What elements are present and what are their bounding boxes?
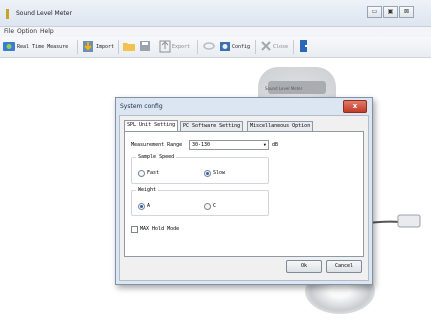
tab-miscellaneous-option[interactable]: Miscellaneous Option (247, 121, 314, 131)
weight-c-radio[interactable] (204, 203, 211, 210)
menu-option[interactable]: Option (17, 28, 37, 35)
import-icon[interactable] (81, 39, 95, 53)
tab-pc-software-setting[interactable]: PC Software Setting (180, 121, 244, 131)
maximize-button[interactable]: ▣ (383, 6, 398, 18)
close-x-icon[interactable] (259, 39, 273, 53)
toolbar-separator (77, 40, 78, 54)
weight-c-label[interactable]: C (213, 203, 216, 209)
link-icon[interactable] (202, 39, 216, 53)
max-hold-checkbox[interactable] (131, 226, 138, 233)
toolbar-separator (197, 40, 198, 54)
toolbar: Real Time Measure Import Export Config C… (0, 37, 431, 58)
cancel-button[interactable]: Cancel (326, 260, 362, 273)
dialog-body: SPL Unit Setting PC Software Setting Mis… (119, 115, 369, 281)
open-folder-icon[interactable] (122, 39, 136, 53)
measurement-range-value: 30-130 (192, 142, 211, 148)
app-icon (6, 9, 9, 19)
weight-a-radio[interactable] (138, 203, 145, 210)
toolbar-separator (118, 40, 119, 54)
fast-radio[interactable] (138, 170, 145, 177)
menu-bar: File Option Help (0, 27, 431, 37)
toolbar-separator (255, 40, 256, 54)
config-button[interactable]: Config (232, 44, 250, 50)
save-icon[interactable] (138, 39, 152, 53)
sample-speed-title: Sample Speed (136, 154, 177, 160)
fast-radio-label[interactable]: Fast (147, 170, 159, 176)
sample-speed-group: Sample Speed Fast Slow (131, 154, 269, 184)
measurement-range-select[interactable]: 30-130 ▼ (189, 140, 269, 150)
system-config-dialog: System config x SPL Unit Setting PC Soft… (115, 97, 373, 285)
ok-button[interactable]: Ok (286, 260, 322, 273)
tab-panel: Measurement Range 30-130 ▼ dB Sample Spe… (124, 131, 364, 257)
window-title: Sound Level Meter (16, 10, 72, 17)
measurement-range-label: Measurement Range (131, 142, 183, 148)
weight-group: Weight A C (131, 187, 269, 216)
export-button[interactable]: Export (172, 44, 190, 50)
export-icon[interactable] (158, 39, 172, 53)
weight-a-label[interactable]: A (147, 203, 150, 209)
real-time-measure-button[interactable]: Real Time Measure (17, 44, 68, 50)
device-logo: Sound Level Meter (265, 86, 303, 91)
menu-help[interactable]: Help (40, 28, 54, 35)
slow-radio[interactable] (204, 170, 211, 177)
import-button[interactable]: Import (96, 44, 114, 50)
toolbar-separator (293, 40, 294, 54)
slow-radio-label[interactable]: Slow (213, 170, 225, 176)
dialog-title: System config (120, 103, 163, 110)
minimize-button[interactable]: ▭ (367, 6, 382, 18)
config-icon[interactable] (218, 39, 232, 53)
exit-door-icon[interactable] (297, 39, 311, 53)
weight-title: Weight (136, 187, 159, 193)
menu-file[interactable]: File (4, 28, 14, 35)
max-hold-label[interactable]: MAX Hold Mode (140, 226, 179, 232)
title-bar: Sound Level Meter ▭ ▣ ⊠ (0, 0, 431, 27)
dialog-close-button[interactable]: x (343, 100, 367, 113)
close-window-button[interactable]: ⊠ (399, 6, 414, 18)
measurement-unit: dB (272, 142, 279, 148)
chevron-down-icon: ▼ (263, 142, 266, 147)
real-time-measure-icon[interactable] (2, 39, 16, 53)
close-button[interactable]: Close (273, 44, 288, 50)
